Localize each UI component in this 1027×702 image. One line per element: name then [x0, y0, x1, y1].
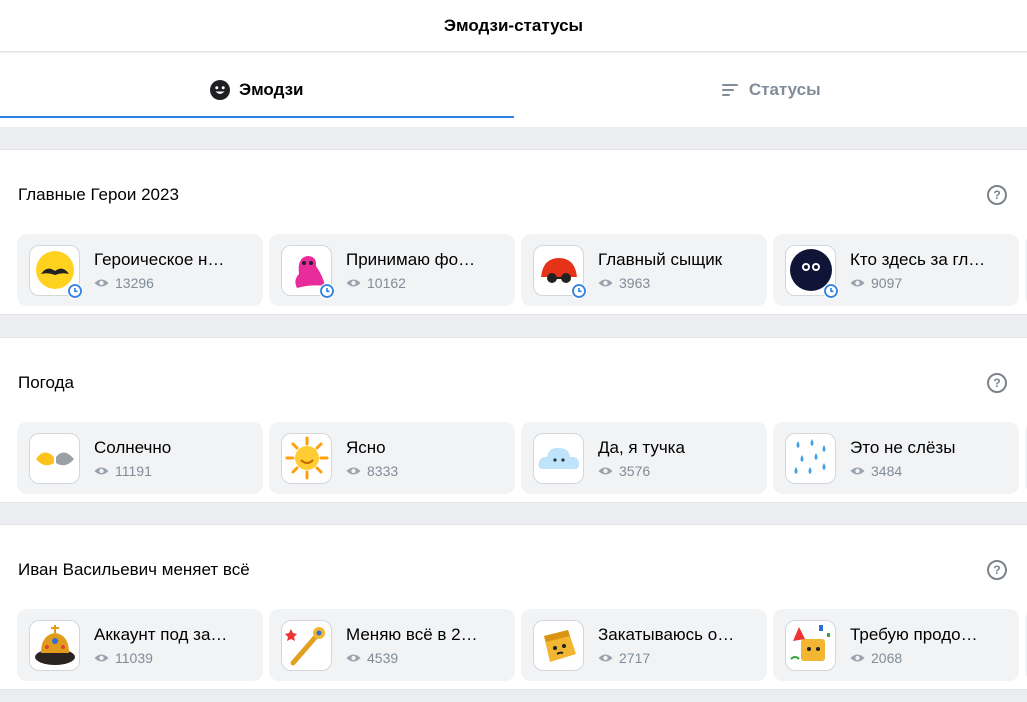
view-count: 9097	[871, 274, 903, 291]
tab-statuses[interactable]: Статусы	[514, 53, 1027, 127]
emoji-title: Ясно	[346, 437, 386, 457]
view-count: 3576	[619, 462, 651, 479]
view-count: 10162	[367, 274, 406, 291]
pink-blob-emoji	[281, 244, 335, 299]
section-main-heroes: Главные Герои 2023 ? Героическое н… 1329…	[0, 149, 1027, 315]
eye-icon	[346, 653, 361, 663]
emoji-title: Да, я тучка	[598, 437, 685, 457]
box-face-emoji	[533, 619, 584, 671]
emoji-title: Кто здесь за гл…	[850, 249, 986, 269]
clock-icon	[319, 282, 335, 299]
eye-icon	[598, 278, 613, 288]
list-icon	[720, 80, 740, 100]
section-title: Погода	[18, 373, 74, 392]
smile-icon	[209, 80, 230, 100]
sun-hands-emoji	[29, 432, 80, 484]
emoji-title: Героическое н…	[94, 249, 225, 269]
emoji-card[interactable]: Кто здесь за гл… 9097	[773, 234, 1019, 306]
dark-ball-emoji	[785, 244, 839, 299]
emoji-card[interactable]: Аккаунт под за… 11039	[17, 609, 263, 681]
view-count: 8333	[367, 462, 399, 479]
help-icon[interactable]: ?	[987, 373, 1007, 393]
emoji-title: Это не слёзы	[850, 437, 956, 457]
emoji-card[interactable]: Солнечно 11191	[17, 422, 263, 494]
eye-icon	[850, 653, 865, 663]
raindrops-emoji	[785, 432, 836, 484]
crown-emoji	[29, 619, 80, 671]
emoji-title: Закатываюсь о…	[598, 624, 735, 644]
cloud-emoji	[533, 432, 584, 484]
clock-icon	[823, 282, 839, 299]
eye-icon	[346, 466, 361, 476]
eye-icon	[94, 466, 109, 476]
view-count: 3484	[871, 462, 903, 479]
view-count: 13296	[115, 274, 154, 291]
detective-emoji	[533, 244, 587, 299]
clock-icon	[571, 282, 587, 299]
tabs-bar: Эмодзи Статусы	[0, 53, 1027, 127]
emoji-title: Солнечно	[94, 437, 172, 457]
clock-icon	[67, 282, 83, 299]
view-count: 3963	[619, 274, 651, 291]
party-emoji	[785, 619, 836, 671]
eye-icon	[850, 466, 865, 476]
emoji-title: Аккаунт под за…	[94, 624, 228, 644]
page-title: Эмодзи-статусы	[443, 15, 584, 35]
scepter-emoji	[281, 619, 332, 671]
tab-label: Статусы	[748, 80, 821, 99]
emoji-card[interactable]: Да, я тучка 3576	[521, 422, 767, 494]
emoji-card[interactable]: Ясно 8333	[269, 422, 515, 494]
eye-icon	[346, 278, 361, 288]
emoji-card[interactable]: Меняю всё в 2… 4539	[269, 609, 515, 681]
section-ivan-vasilievich: Иван Васильевич меняет всё ? Аккаунт под…	[0, 524, 1027, 690]
emoji-card[interactable]: Это не слёзы 3484	[773, 422, 1019, 494]
tab-label: Эмодзи	[238, 80, 304, 99]
top-bar: Эмодзи-статусы	[0, 0, 1027, 52]
tab-emoji[interactable]: Эмодзи	[0, 53, 514, 127]
emoji-title: Требую продо…	[850, 624, 978, 644]
eye-icon	[598, 653, 613, 663]
mustache-face-emoji	[29, 244, 83, 299]
section-title: Главные Герои 2023	[18, 185, 179, 204]
eye-icon	[94, 653, 109, 663]
view-count: 11039	[115, 649, 153, 666]
section-title: Иван Васильевич меняет всё	[18, 560, 250, 579]
view-count: 11191	[115, 462, 152, 479]
emoji-card[interactable]: Героическое н… 13296	[17, 234, 263, 306]
emoji-card[interactable]: Требую продо… 2068	[773, 609, 1019, 681]
help-icon[interactable]: ?	[987, 560, 1007, 580]
help-icon[interactable]: ?	[987, 185, 1007, 205]
emoji-title: Принимаю фо…	[346, 249, 476, 269]
sun-emoji	[281, 432, 332, 484]
view-count: 2717	[619, 649, 651, 666]
eye-icon	[598, 466, 613, 476]
view-count: 2068	[871, 649, 903, 666]
emoji-title: Главный сыщик	[598, 249, 723, 269]
eye-icon	[850, 278, 865, 288]
emoji-card[interactable]: Закатываюсь о… 2717	[521, 609, 767, 681]
emoji-title: Меняю всё в 2…	[346, 624, 478, 644]
eye-icon	[94, 278, 109, 288]
emoji-card[interactable]: Принимаю фо… 10162	[269, 234, 515, 306]
emoji-card[interactable]: Главный сыщик 3963	[521, 234, 767, 306]
view-count: 4539	[367, 649, 399, 666]
section-weather: Погода ? Солнечно 11191 Ясно 8333 Да, я …	[0, 337, 1027, 503]
